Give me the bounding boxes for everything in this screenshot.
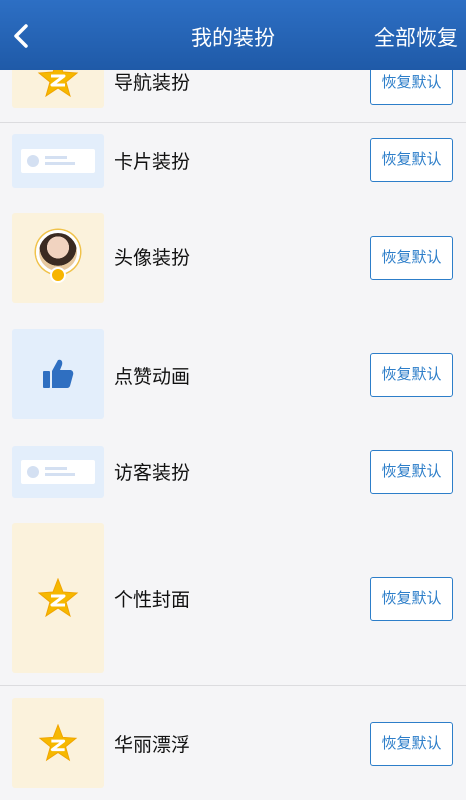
thumbnail [12, 698, 104, 788]
thumbnail [12, 134, 104, 188]
item-label: 个性封面 [114, 589, 191, 611]
card-icon [21, 460, 95, 484]
qq-star-icon [38, 724, 78, 762]
item-label: 卡片装扮 [114, 151, 191, 173]
list-item-float-decoration: 华丽漂浮 恢复默认 [0, 686, 466, 800]
qq-star-icon [37, 578, 79, 618]
card-icon [21, 149, 95, 173]
badge-icon [50, 267, 66, 283]
thumbnail [12, 446, 104, 498]
restore-all-button[interactable]: 全部恢复 [374, 22, 458, 52]
item-label: 访客装扮 [114, 462, 191, 484]
thumbs-up-icon [43, 359, 74, 388]
restore-default-button[interactable]: 恢复默认 [370, 353, 453, 397]
list-item-cover: 个性封面 恢复默认 [0, 513, 466, 685]
top-nav-bar: 我的装扮 全部恢复 [0, 0, 466, 70]
item-label: 点赞动画 [114, 366, 191, 388]
list-item-card-decoration: 卡片装扮 恢复默认 [0, 123, 466, 205]
thumbnail [12, 523, 104, 673]
restore-default-button[interactable]: 恢复默认 [370, 577, 453, 621]
item-label: 导航装扮 [114, 72, 191, 94]
list-item-like-animation: 点赞动画 恢复默认 [0, 317, 466, 433]
restore-default-button[interactable]: 恢复默认 [370, 236, 453, 280]
thumbnail [12, 329, 104, 419]
list-item-avatar-decoration: 头像装扮 恢复默认 [0, 205, 466, 317]
restore-default-button[interactable]: 恢复默认 [370, 138, 453, 182]
restore-default-button[interactable]: 恢复默认 [370, 722, 453, 766]
list-item-visitor-decoration: 访客装扮 恢复默认 [0, 433, 466, 513]
decoration-list: 导航装扮 恢复默认 卡片装扮 恢复默认 头像装扮 恢复默认 点赞动画 恢复默认 [0, 0, 466, 800]
item-label: 华丽漂浮 [114, 734, 191, 756]
restore-default-button[interactable]: 恢复默认 [370, 450, 453, 494]
thumbnail [12, 213, 104, 303]
item-label: 头像装扮 [114, 247, 191, 269]
